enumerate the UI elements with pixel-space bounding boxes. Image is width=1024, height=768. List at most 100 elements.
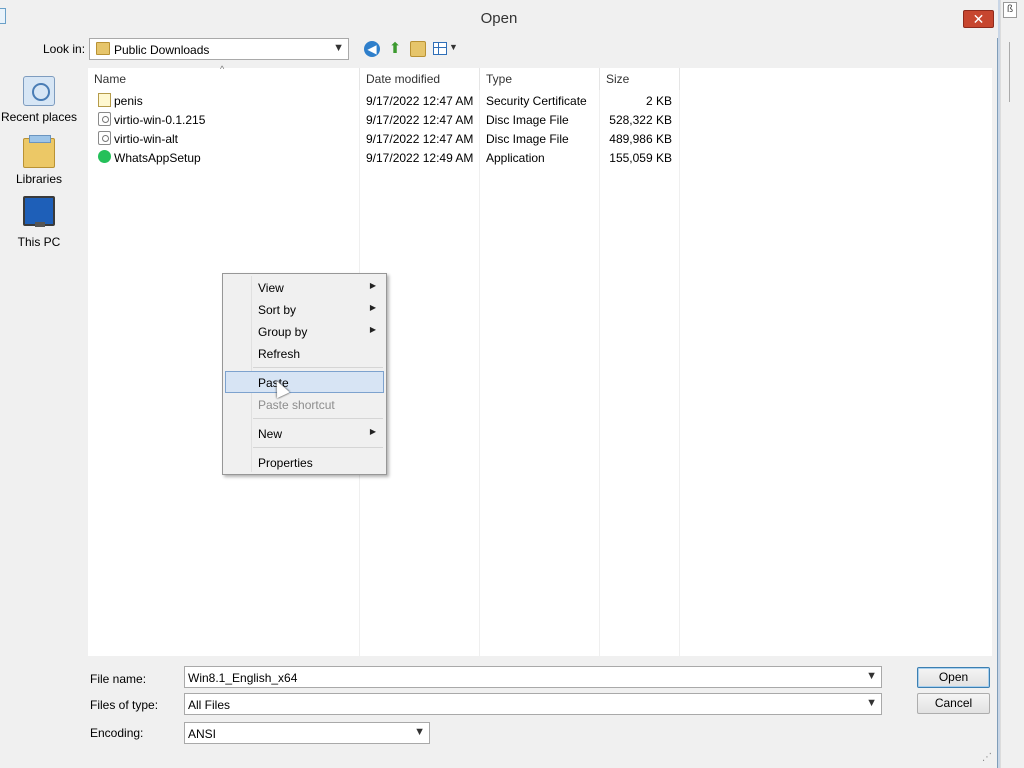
- place-libraries[interactable]: Libraries: [0, 135, 78, 186]
- file-name-field[interactable]: Win8.1_English_x64 ▼: [184, 666, 882, 688]
- view-grid-icon: [433, 42, 447, 55]
- place-recent-places[interactable]: Recent places: [0, 76, 78, 124]
- file-date: 9/17/2022 12:47 AM: [366, 113, 474, 127]
- menu-item-view[interactable]: View ▶: [225, 276, 384, 298]
- column-header-name[interactable]: Name ^: [88, 64, 360, 90]
- place-label: Libraries: [15, 172, 63, 186]
- up-folder-icon[interactable]: ⬆: [387, 41, 403, 57]
- place-label: Recent places: [0, 110, 78, 124]
- title-bar[interactable]: Open ✕: [0, 0, 998, 38]
- file-size: 528,322 KB: [609, 113, 672, 127]
- resize-grip-icon[interactable]: ⋰: [982, 752, 992, 763]
- menu-separator: [253, 418, 383, 419]
- scroll-track: [1009, 42, 1010, 102]
- chevron-down-icon[interactable]: ▼: [333, 42, 344, 54]
- column-header-type[interactable]: Type: [480, 68, 600, 90]
- encoding-select[interactable]: ANSI ▼: [184, 722, 430, 744]
- file-date: 9/17/2022 12:49 AM: [366, 151, 474, 165]
- menu-item-sort-by[interactable]: Sort by ▶: [225, 298, 384, 320]
- menu-item-label: Sort by: [258, 303, 297, 317]
- file-date: 9/17/2022 12:47 AM: [366, 132, 474, 146]
- file-row[interactable]: penis 9/17/2022 12:47 AM Security Certif…: [88, 91, 678, 110]
- menu-item-group-by[interactable]: Group by ▶: [225, 320, 384, 342]
- menu-item-label: Paste shortcut: [258, 398, 335, 412]
- certificate-icon: [98, 93, 111, 107]
- file-row[interactable]: virtio-win-alt 9/17/2022 12:47 AM Disc I…: [88, 129, 678, 148]
- file-type-select[interactable]: All Files ▼: [184, 693, 882, 715]
- menu-separator: [253, 447, 383, 448]
- cancel-button[interactable]: Cancel: [917, 693, 990, 714]
- whatsapp-icon: [98, 150, 111, 163]
- place-label: This PC: [17, 235, 61, 249]
- file-name: virtio-win-0.1.215: [114, 113, 206, 127]
- column-date-label: Date modified: [366, 72, 441, 86]
- file-type-label: Files of type:: [90, 698, 159, 712]
- submenu-arrow-icon: ▶: [369, 281, 376, 290]
- folder-icon: [96, 42, 110, 55]
- open-button[interactable]: Open: [917, 667, 990, 688]
- menu-item-properties[interactable]: Properties: [225, 451, 384, 473]
- back-icon[interactable]: ◀: [364, 41, 380, 57]
- file-name: virtio-win-alt: [114, 132, 179, 146]
- column-divider: [599, 90, 600, 656]
- look-in-combo[interactable]: Public Downloads ▼: [89, 38, 349, 60]
- menu-item-label: View: [258, 281, 284, 295]
- submenu-arrow-icon: ▶: [369, 427, 376, 436]
- menu-item-label: Refresh: [258, 347, 301, 361]
- file-date: 9/17/2022 12:47 AM: [366, 94, 474, 108]
- file-name-value: Win8.1_English_x64: [188, 671, 298, 685]
- menu-item-refresh[interactable]: Refresh: [225, 342, 384, 364]
- column-header-size[interactable]: Size: [600, 68, 680, 90]
- file-type: Disc Image File: [486, 132, 569, 146]
- chevron-down-icon[interactable]: ▼: [866, 670, 877, 682]
- file-size: 489,986 KB: [609, 132, 672, 146]
- encoding-value: ANSI: [188, 727, 217, 741]
- chevron-up-icon[interactable]: ß: [1003, 2, 1017, 18]
- menu-item-paste[interactable]: Paste: [225, 371, 384, 393]
- dialog-title: Open: [480, 10, 518, 27]
- column-divider: [679, 90, 680, 656]
- file-type: Security Certificate: [486, 94, 587, 108]
- libraries-icon: [23, 135, 55, 168]
- file-row[interactable]: WhatsAppSetup 9/17/2022 12:49 AM Applica…: [88, 148, 678, 167]
- column-type-label: Type: [486, 72, 513, 86]
- chevron-down-icon[interactable]: ▼: [414, 726, 425, 738]
- submenu-arrow-icon: ▶: [369, 325, 376, 334]
- chevron-down-icon: ▼: [449, 42, 458, 52]
- place-this-pc[interactable]: This PC: [0, 196, 78, 249]
- background-window-edge: ß: [1000, 0, 1024, 768]
- column-size-label: Size: [606, 72, 630, 86]
- disc-image-icon: [98, 112, 111, 126]
- encoding-label: Encoding:: [90, 726, 144, 740]
- menu-item-label: Properties: [258, 456, 313, 470]
- file-size: 155,059 KB: [609, 151, 672, 165]
- menu-item-label: New: [258, 427, 283, 441]
- file-type: Disc Image File: [486, 113, 569, 127]
- views-menu-icon[interactable]: ▼: [433, 41, 458, 57]
- file-type-value: All Files: [188, 698, 231, 712]
- disc-image-icon: [98, 131, 111, 145]
- submenu-arrow-icon: ▶: [369, 303, 376, 312]
- file-name: penis: [114, 94, 143, 108]
- open-dialog: Open ✕ Look in: Public Downloads ▼ ◀ ⬆ ▼…: [0, 0, 998, 768]
- look-in-value: Public Downloads: [114, 43, 210, 57]
- this-pc-icon: [23, 196, 55, 227]
- file-name: WhatsAppSetup: [114, 151, 201, 165]
- recent-places-icon: [23, 76, 55, 106]
- chevron-down-icon[interactable]: ▼: [866, 697, 877, 709]
- menu-item-paste-shortcut: Paste shortcut: [225, 393, 384, 415]
- file-type: Application: [486, 151, 545, 165]
- sort-ascending-icon: ^: [220, 64, 225, 74]
- new-folder-icon[interactable]: [410, 41, 426, 57]
- column-divider: [479, 90, 480, 656]
- file-size: 2 KB: [645, 94, 672, 108]
- column-header-date[interactable]: Date modified: [360, 68, 480, 90]
- menu-item-new[interactable]: New ▶: [225, 422, 384, 444]
- menu-separator: [253, 367, 383, 368]
- look-in-label: Look in:: [43, 42, 86, 56]
- context-menu: View ▶ Sort by ▶ Group by ▶ Refresh Past…: [222, 273, 387, 475]
- close-button[interactable]: ✕: [963, 10, 994, 28]
- column-name-label: Name: [94, 72, 127, 86]
- file-name-label: File name:: [90, 672, 147, 686]
- file-row[interactable]: virtio-win-0.1.215 9/17/2022 12:47 AM Di…: [88, 110, 678, 129]
